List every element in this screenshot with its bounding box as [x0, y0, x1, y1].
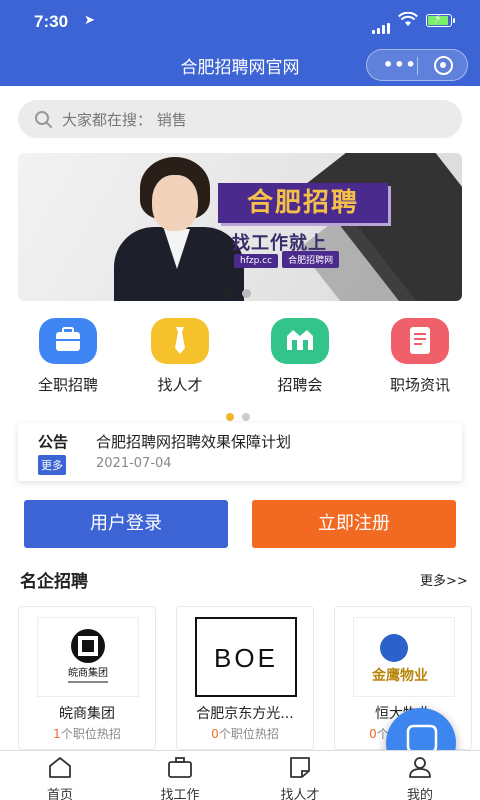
company-logo-text: 金鹰物业 — [371, 667, 428, 684]
section-more-link[interactable]: 更多>> — [420, 570, 468, 589]
tie-icon — [151, 318, 209, 364]
more-dots-icon[interactable]: ••• — [383, 55, 417, 74]
menu-label: 职场资讯 — [389, 376, 450, 394]
banner-brand: 合肥招聘网 — [282, 251, 340, 268]
briefcase-icon — [39, 318, 97, 364]
nav-bar: 合肥招聘网官网 ••• — [0, 44, 480, 86]
job-count: 0 — [211, 727, 219, 741]
menu-item-talent[interactable]: 找人才 — [120, 318, 240, 395]
battery-icon: ⚡ — [426, 12, 455, 27]
banner-indicator — [224, 283, 260, 301]
menu-item-news[interactable]: 职场资讯 — [360, 318, 480, 395]
menu-item-jobfair[interactable]: 招聘会 — [240, 318, 360, 395]
menu-dot-active[interactable] — [226, 413, 234, 421]
job-suffix: 个职位热招 — [60, 727, 121, 741]
menu-dot[interactable] — [242, 413, 250, 421]
search-placeholder: 大家都在搜： 销售 — [62, 111, 187, 129]
close-target-icon[interactable] — [434, 56, 453, 75]
location-arrow-icon: ➤ — [84, 13, 95, 28]
status-bar: 7:30 ➤ ⚡ — [0, 0, 480, 44]
banner-site: hfzp.cc — [234, 254, 279, 268]
menu-label: 全职招聘 — [37, 376, 98, 394]
tab-label: 首页 — [46, 788, 73, 800]
tab-mine[interactable]: 我的 — [360, 755, 480, 800]
job-suffix: 个职位热招 — [218, 727, 279, 741]
company-logo: BOE — [195, 617, 297, 697]
note-icon — [290, 757, 310, 778]
company-logo: 皖商集团 — [37, 617, 139, 697]
promo-banner[interactable]: 合肥招聘 找工作就上 hfzp.cc 合肥招聘网 — [18, 153, 462, 301]
notice-title[interactable]: 合肥招聘网招聘效果保障计划 — [96, 431, 291, 452]
capsule-divider — [417, 57, 418, 75]
company-logo: 金鹰物业 — [353, 617, 455, 697]
tab-jobs[interactable]: 找工作 — [120, 755, 240, 800]
tab-label: 找人才 — [280, 788, 320, 800]
wifi-icon — [398, 11, 418, 31]
job-count: 0 — [369, 727, 377, 741]
home-icon — [49, 757, 71, 778]
company-name: 合肥京东方光... — [196, 706, 294, 722]
company-card[interactable]: BOE 合肥京东方光... 0个职位热招 — [176, 606, 314, 750]
tab-label: 找工作 — [160, 788, 200, 800]
search-bar[interactable]: 大家都在搜： 销售 — [18, 100, 462, 138]
status-time: 7:30 — [34, 12, 69, 31]
banner-tags: hfzp.cc 合肥招聘网 — [234, 251, 343, 268]
menu-item-fulltime[interactable]: 全职招聘 — [8, 318, 128, 395]
tab-talent[interactable]: 找人才 — [240, 755, 360, 800]
tab-bar: 首页 找工作 找人才 我的 — [0, 750, 480, 800]
notice-date: 2021-07-04 — [96, 456, 172, 471]
menu-label: 找人才 — [157, 376, 203, 394]
company-jobs: 0个职位热招 — [177, 725, 313, 742]
tab-home[interactable]: 首页 — [0, 755, 120, 800]
section-title: 名企招聘 — [20, 572, 88, 592]
login-button[interactable]: 用户登录 — [24, 500, 228, 548]
company-logo-text: 皖商集团 — [68, 666, 108, 679]
tab-label: 我的 — [406, 788, 433, 800]
signal-icon — [372, 15, 392, 34]
banner-dot[interactable] — [242, 289, 251, 298]
company-card[interactable]: 皖商集团 皖商集团 1个职位热招 — [18, 606, 156, 750]
notice-tag: 公告 — [38, 433, 69, 451]
fair-icon — [271, 318, 329, 364]
search-icon — [35, 111, 52, 128]
register-button[interactable]: 立即注册 — [252, 500, 456, 548]
home-page: 大家都在搜： 销售 合肥招聘 找工作就上 hfzp.cc 合肥招聘网 全职招聘 找… — [0, 86, 480, 778]
quick-menu: 全职招聘 找人才 招聘会 职场资讯 — [0, 318, 480, 398]
miniprogram-capsule: ••• — [366, 49, 468, 81]
notice-more-badge[interactable]: 更多 — [38, 455, 66, 475]
notice-bar[interactable]: 公告 更多 合肥招聘网招聘效果保障计划 2021-07-04 — [18, 423, 462, 481]
job-count: 1 — [53, 727, 61, 741]
company-jobs: 1个职位热招 — [19, 725, 155, 742]
banner-title: 合肥招聘 — [218, 183, 388, 223]
briefcase-icon — [168, 757, 192, 778]
menu-label: 招聘会 — [277, 376, 323, 394]
company-logo-text: BOE — [214, 643, 278, 673]
user-icon — [409, 757, 431, 778]
person-face — [152, 175, 198, 231]
company-name: 皖商集团 — [59, 706, 115, 722]
banner-dot-active[interactable] — [224, 289, 233, 298]
news-icon — [391, 318, 449, 364]
